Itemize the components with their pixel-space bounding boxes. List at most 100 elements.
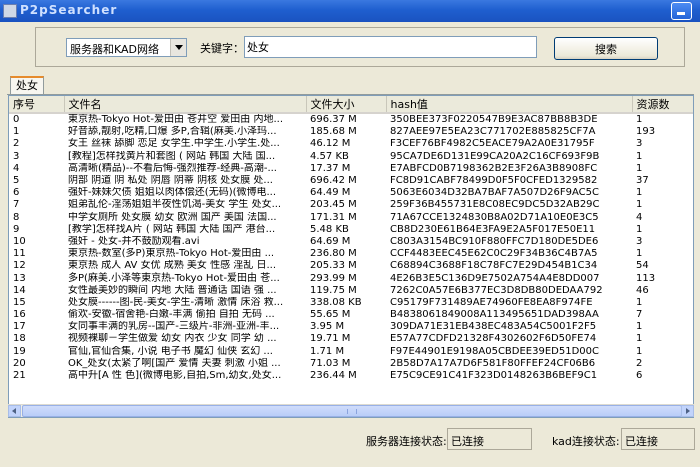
table-row[interactable]: 7 姐弟乱伦-淫荡姐姐半夜性饥渴-美女 学生 处女... 203.45 M 259F3… <box>9 199 693 211</box>
column-header-index[interactable]: 序号 <box>9 96 65 114</box>
table-row[interactable]: 17 女同事丰满的乳房--国产-三级片-非洲-亚洲-丰... 3.95 M 309DA… <box>9 321 693 333</box>
cell-filename: 東京热-Tokyo Hot-爱田由 苍井空 爱田由 内地... <box>68 114 284 126</box>
chevron-down-icon[interactable] <box>170 39 186 56</box>
scroll-left-icon[interactable] <box>8 405 21 417</box>
table-row[interactable]: 15 处女膜------图-民-美女-学生-清晰 激情 床浴 救... 338.08… <box>9 296 693 309</box>
cell-filename: 高中升[A 性 色](微博电影,自拍,Sm,幼女,处女... <box>68 370 282 382</box>
cell-sources: 1 <box>636 150 643 162</box>
cell-size: 696.42 M <box>310 175 357 187</box>
column-header-size[interactable]: 文件大小 <box>306 96 387 114</box>
cell-filename: 强奸-妹妹欠债 姐姐以肉体偿还(无码)(微博电... <box>68 187 277 199</box>
cell-sources: 37 <box>636 175 649 187</box>
scrollbar-thumb[interactable] <box>22 405 682 417</box>
title-bar: P2pSearcher <box>0 0 700 22</box>
table-row[interactable]: 11 東京热-数室(多P)東京热-Tokyo Hot-爱田由 ... 236.80 … <box>9 248 693 260</box>
cell-filename: 视频裸聊－学生做爱 幼女 内衣 少女 同学 幼 ... <box>68 333 277 345</box>
cell-sources: 1 <box>636 321 643 333</box>
tab-result[interactable]: 处女 <box>10 76 44 95</box>
cell-hash: F3CEF76BF4982C5EACE79A2A0E31795F <box>390 138 595 150</box>
table-row[interactable]: 1 好音舔,靓射,吃精,口爆 多P,合辑(麻美.小泽玛... 185.68 M 827… <box>9 126 693 138</box>
cell-size: 236.44 M <box>310 370 357 382</box>
cell-size: 3.95 M <box>310 321 345 333</box>
cell-hash: 309DA71E31EB438EC483A54C5001F2F5 <box>390 321 597 333</box>
horizontal-scrollbar[interactable] <box>8 404 694 417</box>
table-row[interactable]: 0 東京热-Tokyo Hot-爱田由 苍井空 爱田由 内地... 696.37 M… <box>9 113 693 126</box>
cell-filename: 女王 丝袜 舔脚 恋足 女学生.中学生.小学生.处... <box>68 138 280 150</box>
table-row[interactable]: 9 [教学]怎样找A片 ( 网站 韩国 大陆 国产 港台... 5.48 KB CB8… <box>9 223 693 236</box>
table-row[interactable]: 6 强奸-妹妹欠债 姐姐以肉体偿还(无码)(微博电... 64.49 M 5063E6… <box>9 187 693 199</box>
cell-hash: C95179F731489AE74960FE8EA8F974FE <box>390 296 593 308</box>
cell-index: 11 <box>13 248 26 260</box>
cell-index: 12 <box>13 260 26 272</box>
table-row[interactable]: 18 视频裸聊－学生做爱 幼女 内衣 少女 同学 幼 ... 19.71 M E57A… <box>9 333 693 345</box>
minimize-button[interactable] <box>671 2 692 20</box>
results-list[interactable]: 序号 文件名 文件大小 hash值 资源数 0 東京热-Tokyo Hot-爱田由… <box>8 95 694 418</box>
cell-sources: 46 <box>636 284 649 296</box>
cell-hash: F97E44901E9198A05CBDEE39ED51D00C <box>390 345 599 357</box>
server-status-value: 已连接 <box>447 428 532 450</box>
cell-size: 696.37 M <box>310 114 357 126</box>
table-row[interactable]: 12 東京热 成人 AV 女优 成熟 美女 性感 淫乱 日... 205.33 M C… <box>9 260 693 272</box>
cell-hash: 259F36B455731E8C08EC9DC5D32AB29C <box>390 199 600 211</box>
cell-filename: 强奸 - 处女-并不鼓励观看.avi <box>68 235 200 247</box>
cell-sources: 1 <box>636 114 643 126</box>
cell-hash: 7262C0A57E6B377EC3D8DB80DEDAA792 <box>390 284 603 296</box>
cell-hash: B4838061849008A113495651DAD398AA <box>390 309 599 321</box>
cell-index: 2 <box>13 138 20 150</box>
table-row[interactable]: 3 [教程]怎样找黄片和套图 ( 网站 韩国 大陆 国... 4.57 KB 95CA… <box>9 150 693 163</box>
cell-sources: 3 <box>636 138 643 150</box>
cell-filename: 中学女厕所 处女膜 幼女 欧洲 国产 美国 法国... <box>68 211 277 223</box>
cell-sources: 1 <box>636 162 643 174</box>
table-row[interactable]: 5 阴部 阴道 阴 私处 阴唇 阴蒂 阴核 处女膜 处... 696.42 M FC8… <box>9 175 693 187</box>
cell-index: 15 <box>13 296 26 308</box>
table-row[interactable]: 21 高中升[A 性 色](微博电影,自拍,Sm,幼女,处女... 236.44 M… <box>9 370 693 382</box>
table-row[interactable]: 14 女性最美妙的瞬间 内地 大陆 普通话 国语 强 ... 119.75 M 726… <box>9 284 693 297</box>
cell-index: 4 <box>13 162 20 174</box>
cell-sources: 6 <box>636 370 643 382</box>
scroll-right-icon[interactable] <box>681 405 694 417</box>
cell-size: 185.68 M <box>310 126 357 138</box>
cell-filename: 高清晰(精品)--不看后悔-强烈推荐-经典-高潮-... <box>68 162 277 174</box>
table-row[interactable]: 19 官仙,官仙合集, 小说 电子书 魔幻 仙侠 玄幻 ... 1.71 M F97E… <box>9 345 693 358</box>
cell-hash: CCF4483EEC45E62C0C29F34B36C4B7A5 <box>390 248 598 260</box>
table-row[interactable]: 20 OK_处女(太紧了啊[国产 爱情 夫妻 刺激 小姐 ... 71.03 M 2B… <box>9 357 693 370</box>
cell-filename: 女性最美妙的瞬间 内地 大陆 普通话 国语 强 ... <box>68 284 277 296</box>
cell-index: 17 <box>13 321 26 333</box>
table-row[interactable]: 4 高清晰(精品)--不看后悔-强烈推荐-经典-高潮-... 17.37 M E7AB… <box>9 162 693 175</box>
search-button[interactable]: 搜索 <box>554 37 658 60</box>
table-row[interactable]: 2 女王 丝袜 舔脚 恋足 女学生.中学生.小学生.处... 46.12 M F3CE… <box>9 138 693 150</box>
cell-size: 4.57 KB <box>310 150 349 162</box>
column-header-hash[interactable]: hash值 <box>386 96 633 114</box>
cell-size: 71.03 M <box>310 357 351 369</box>
column-header-sources[interactable]: 资源数 <box>632 96 693 114</box>
cell-hash: C68894C3688F18C78FC7E29D454B1C34 <box>390 260 598 272</box>
cell-hash: 2B58D7A17A7D6F581F80FFEF24CF06B6 <box>390 357 596 369</box>
cell-index: 5 <box>13 175 20 187</box>
column-header-filename[interactable]: 文件名 <box>64 96 307 114</box>
keyword-input[interactable] <box>244 36 537 58</box>
cell-sources: 1 <box>636 333 643 345</box>
table-row[interactable]: 8 中学女厕所 处女膜 幼女 欧洲 国产 美国 法国... 171.31 M 71A6… <box>9 211 693 224</box>
cell-size: 236.80 M <box>310 248 357 260</box>
table-row[interactable]: 16 偷欢-安徽-宿舍艳-白嫩-丰满 偷拍 自拍 无码 ... 55.65 M B48… <box>9 309 693 321</box>
table-row[interactable]: 13 多P(麻美.小泽等東京热-Tokyo Hot-爱田由 苍... 293.99 … <box>9 272 693 284</box>
cell-size: 46.12 M <box>310 138 351 150</box>
cell-hash: E57A77CDFD21328F4302602F6D50FE74 <box>390 333 597 345</box>
results-table: 序号 文件名 文件大小 hash值 资源数 0 東京热-Tokyo Hot-爱田由… <box>9 96 693 382</box>
cell-filename: 阴部 阴道 阴 私处 阴唇 阴蒂 阴核 处女膜 处... <box>68 175 273 187</box>
cell-index: 3 <box>13 150 20 162</box>
cell-size: 293.99 M <box>310 272 357 284</box>
cell-sources: 1 <box>636 187 643 199</box>
cell-filename: 東京热 成人 AV 女优 成熟 美女 性感 淫乱 日... <box>68 260 277 272</box>
cell-index: 14 <box>13 284 26 296</box>
cell-hash: FC8D91CABF78499D0F5F0CFED1329582 <box>390 175 598 187</box>
search-mode-select[interactable]: 服务器和KAD网络 <box>66 38 187 57</box>
cell-filename: 好音舔,靓射,吃精,口爆 多P,合辑(麻美.小泽玛... <box>68 126 277 138</box>
cell-index: 6 <box>13 187 20 199</box>
kad-status-label: kad连接状态: <box>552 435 620 448</box>
table-row[interactable]: 10 强奸 - 处女-并不鼓励观看.avi 64.69 M C803A3154BC91… <box>9 235 693 248</box>
cell-sources: 4 <box>636 211 643 223</box>
cell-index: 20 <box>13 357 26 369</box>
cell-index: 9 <box>13 223 20 235</box>
cell-sources: 1 <box>636 248 643 260</box>
